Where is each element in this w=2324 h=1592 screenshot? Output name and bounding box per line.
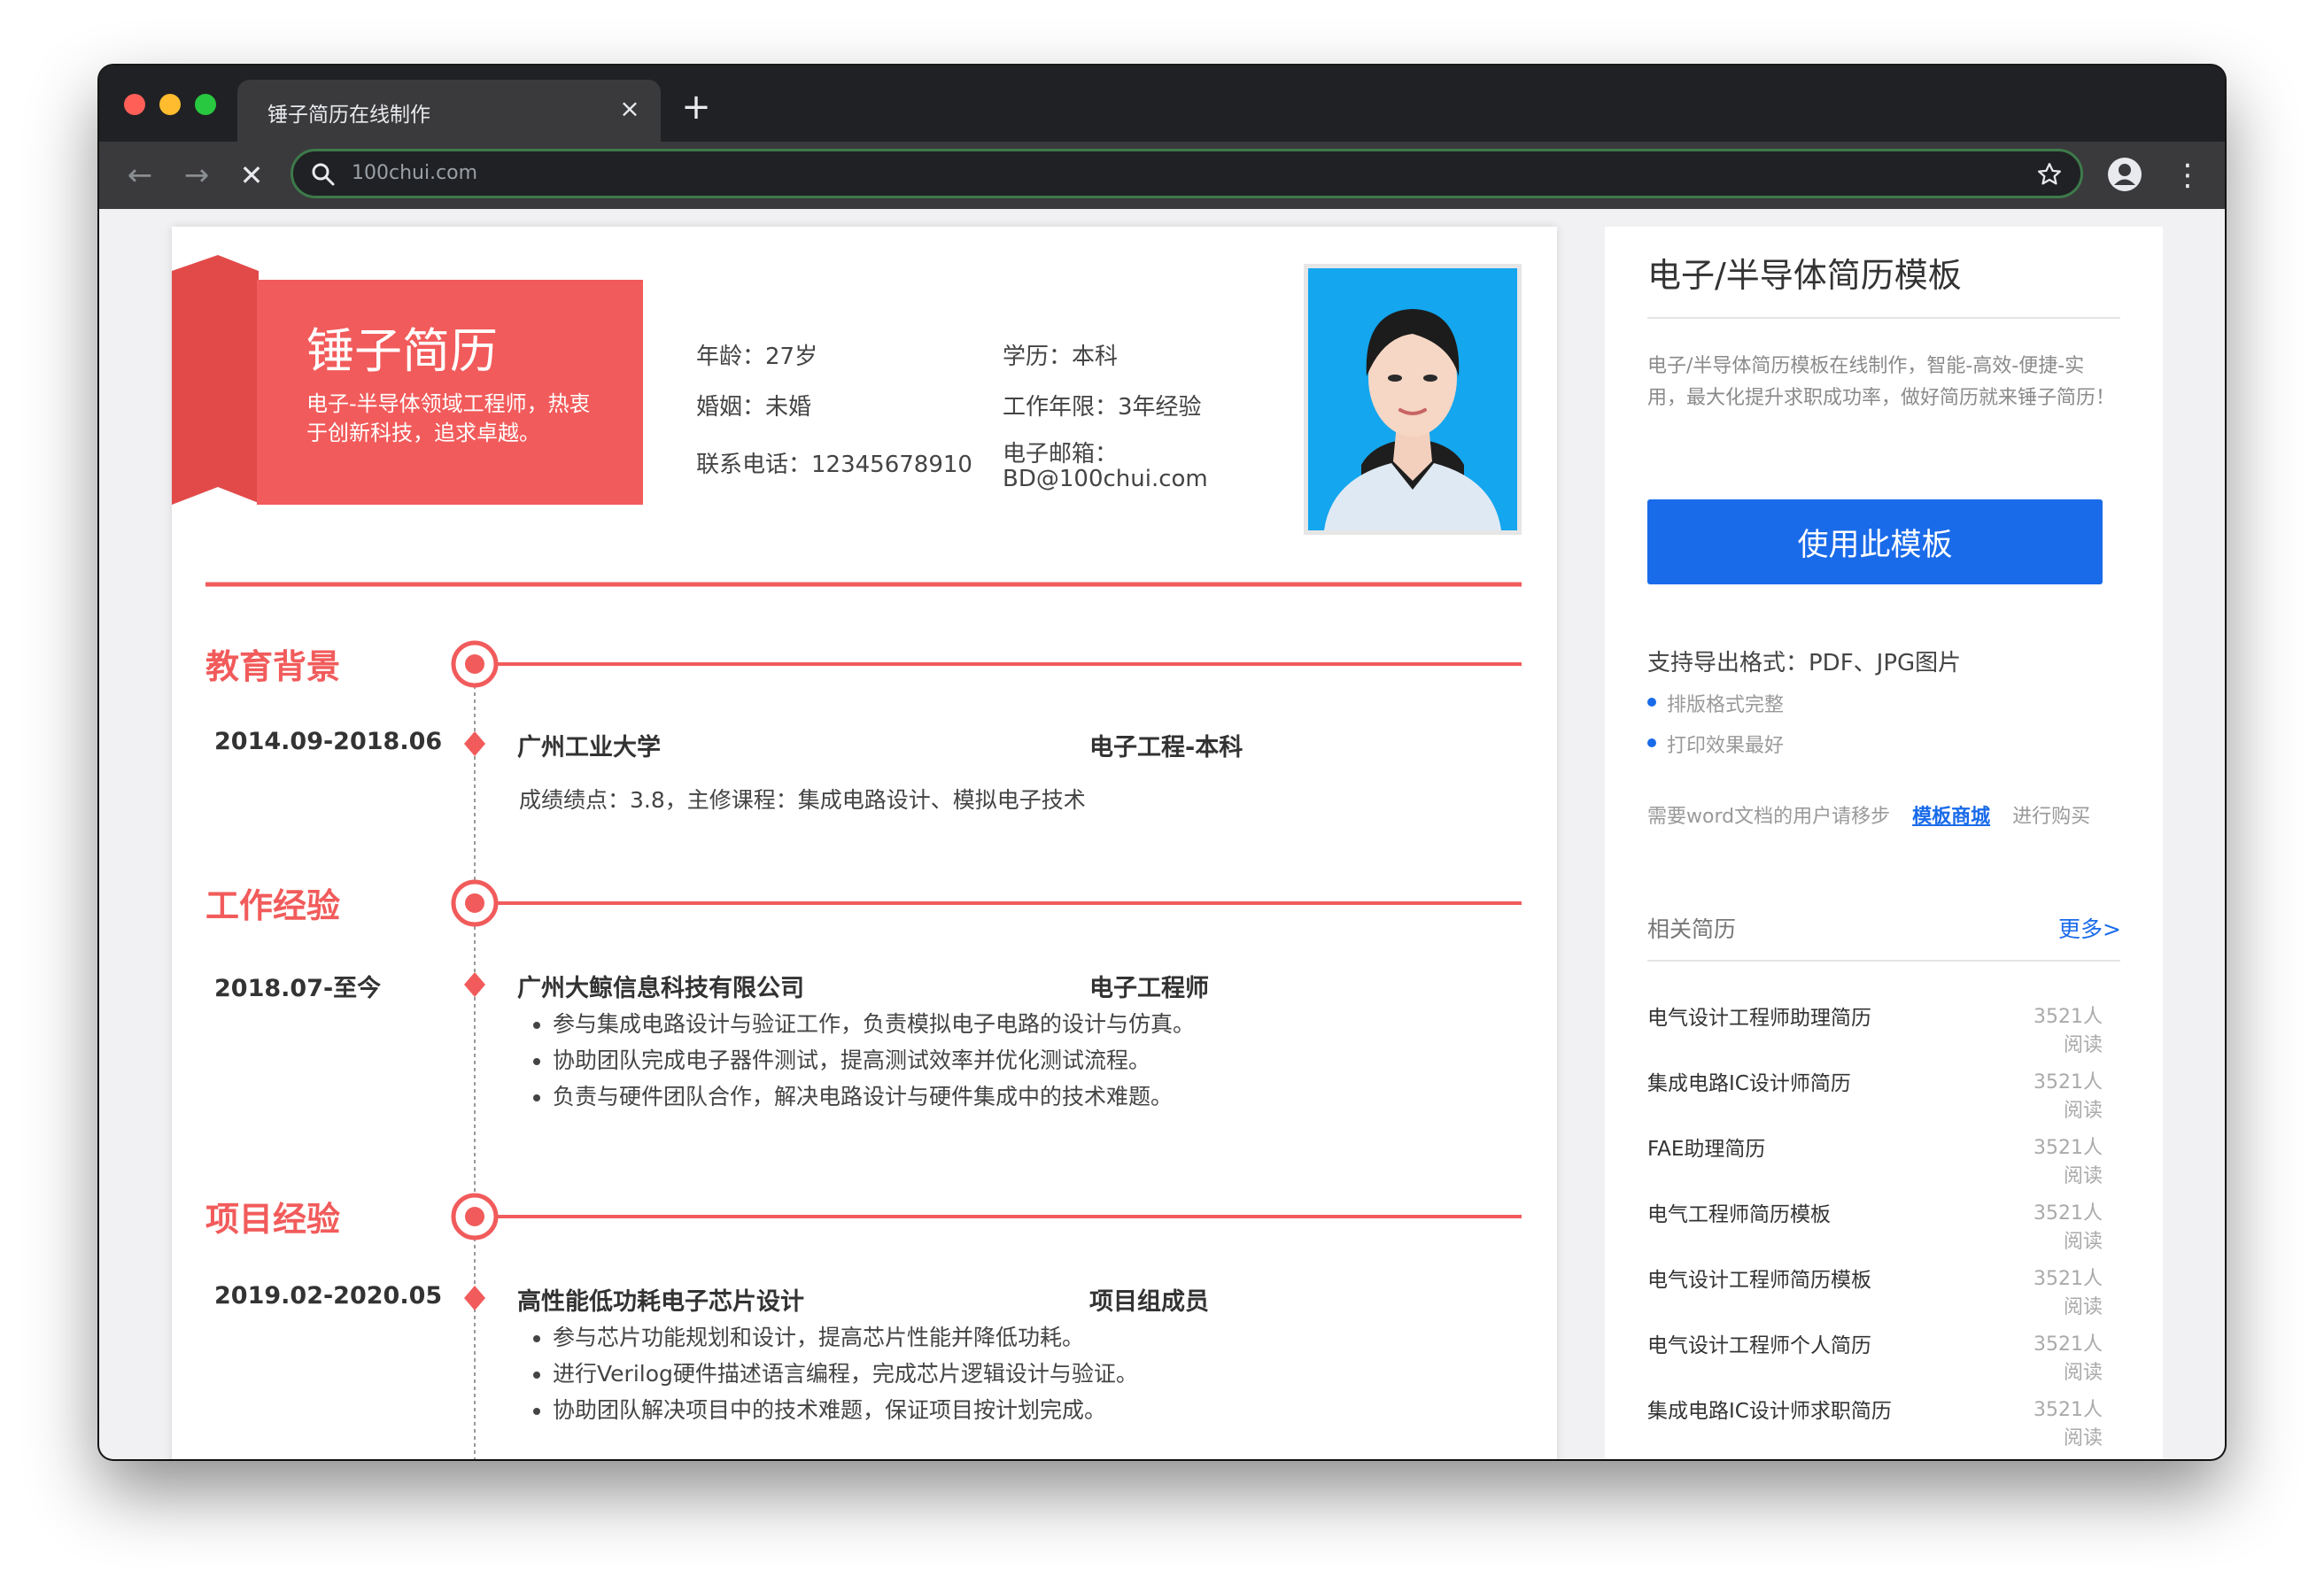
feature-item: 排版格式完整: [1647, 689, 1785, 717]
template-sidebar: 电子/半导体简历模板 电子/半导体简历模板在线制作，智能-高效-便捷-实用，最大…: [1605, 227, 2163, 1459]
work-section-title: 工作经验: [205, 886, 341, 925]
project-date: 2019.02-2020.05: [214, 1282, 443, 1310]
related-resume-link[interactable]: 电气工程师简历模板: [1647, 1197, 1831, 1227]
word-note-prefix: 需要word文档的用户请移步: [1647, 806, 1891, 828]
related-resume-link[interactable]: 集成电路IC设计师简历: [1647, 1066, 1851, 1096]
work-date: 2018.07-至今: [214, 975, 382, 1002]
list-item: 参与集成电路设计与验证工作，负责模拟电子电路的设计与仿真。: [553, 1006, 1195, 1042]
education-detail: 成绩绩点：3.8，主修课程：集成电路设计、模拟电子技术: [519, 787, 1086, 813]
list-item: 参与芯片功能规划和设计，提高芯片性能并降低功耗。: [553, 1319, 1138, 1356]
read-count: 3521人阅读: [2034, 1006, 2103, 1056]
related-divider: [1647, 960, 2120, 962]
browser-tab[interactable]: 锤子简历在线制作 ×: [237, 80, 661, 142]
template-mall-link[interactable]: 模板商城: [1912, 806, 1990, 828]
read-count: 3521人阅读: [2034, 1268, 2103, 1318]
sidebar-divider: [1647, 317, 2120, 319]
related-resume-link[interactable]: 电气设计工程师助理简历: [1647, 1001, 1871, 1031]
feature-label: 排版格式完整: [1667, 694, 1785, 716]
sidebar-title: 电子/半导体简历模板: [1647, 256, 1962, 295]
project-bullets: 参与芯片功能规划和设计，提高芯片性能并降低功耗。 进行Verilog硬件描述语言…: [517, 1319, 1138, 1428]
read-count: 3521人阅读: [2034, 1137, 2103, 1187]
list-item: 协助团队完成电子器件测试，提高测试效率并优化测试流程。: [553, 1042, 1195, 1078]
account-icon[interactable]: [2106, 156, 2143, 193]
resume-timeline: [205, 582, 1522, 1459]
page-viewport: 锤子简历 电子-半导体领域工程师，热衷于创新科技，追求卓越。 年龄：27岁 婚姻…: [99, 209, 2225, 1459]
bullet-dot-icon: [1647, 698, 1656, 707]
browser-toolbar: ← → ✕ 100chui.com ⋮: [99, 142, 2225, 209]
related-resume-link[interactable]: 集成电路IC设计师求职简历: [1647, 1394, 1892, 1424]
education-section-title: 教育背景: [205, 647, 341, 686]
browser-menu-icon[interactable]: ⋮: [2170, 158, 2205, 193]
read-count: 3521人阅读: [2034, 1333, 2103, 1384]
related-resume-link[interactable]: 电气设计工程师个人简历: [1647, 1328, 1871, 1358]
related-resume-link[interactable]: FAE助理简历: [1647, 1132, 1765, 1162]
work-bullets: 参与集成电路设计与验证工作，负责模拟电子电路的设计与仿真。 协助团队完成电子器件…: [517, 1006, 1195, 1115]
sidebar-description: 电子/半导体简历模板在线制作，智能-高效-便捷-实用，最大化提升求职成功率，做好…: [1647, 355, 2116, 409]
related-resumes-title: 相关简历: [1647, 916, 1737, 942]
education-major: 电子工程-本科: [1089, 734, 1243, 761]
read-count: 3521人阅读: [2034, 1399, 2103, 1449]
list-item: 负责与硬件团队合作，解决电路设计与硬件集成中的技术难题。: [553, 1078, 1195, 1115]
work-position: 电子工程师: [1089, 975, 1209, 1002]
list-item: 协助团队解决项目中的技术难题，保证项目按计划完成。: [553, 1392, 1138, 1428]
forward-icon[interactable]: →: [179, 158, 214, 193]
close-window-button[interactable]: [124, 94, 145, 115]
project-section-title: 项目经验: [205, 1200, 341, 1239]
export-formats: 支持导出格式：PDF、JPG图片: [1647, 650, 1962, 676]
browser-window: 锤子简历在线制作 × + ← → ✕ 100chui.com ⋮ 锤子简历 电子…: [99, 66, 2225, 1459]
stop-loading-icon[interactable]: ✕: [234, 158, 269, 193]
list-item: 进行Verilog硬件描述语言编程，完成芯片逻辑设计与验证。: [553, 1356, 1138, 1392]
read-count: 3521人阅读: [2034, 1202, 2103, 1253]
feature-label: 打印效果最好: [1667, 735, 1785, 757]
tab-close-icon[interactable]: ×: [615, 94, 645, 124]
resume-preview: 锤子简历 电子-半导体领域工程师，热衷于创新科技，追求卓越。 年龄：27岁 婚姻…: [172, 227, 1557, 1459]
education-date: 2014.09-2018.06: [214, 728, 443, 755]
bullet-dot-icon: [1647, 738, 1656, 747]
feature-item: 打印效果最好: [1647, 730, 1785, 758]
read-count: 3521人阅读: [2034, 1071, 2103, 1122]
tab-bar: 锤子简历在线制作 × +: [99, 66, 2225, 142]
more-link[interactable]: 更多>: [2058, 912, 2121, 944]
word-note-suffix: 进行购买: [2012, 806, 2091, 828]
education-school: 广州工业大学: [517, 734, 661, 761]
url-text[interactable]: 100chui.com: [352, 162, 477, 184]
work-company: 广州大鲸信息科技有限公司: [517, 975, 804, 1002]
tab-title: 锤子简历在线制作: [267, 104, 430, 127]
new-tab-button[interactable]: +: [678, 89, 714, 126]
maximize-window-button[interactable]: [195, 94, 216, 115]
word-note: 需要word文档的用户请移步 模板商城 进行购买: [1647, 800, 2090, 829]
related-resume-link[interactable]: 电气设计工程师简历模板: [1647, 1263, 1871, 1293]
project-role: 项目组成员: [1089, 1288, 1209, 1316]
minimize-window-button[interactable]: [159, 94, 181, 115]
address-bar[interactable]: 100chui.com: [290, 149, 2083, 198]
back-icon[interactable]: ←: [122, 158, 158, 193]
project-name: 高性能低功耗电子芯片设计: [517, 1288, 804, 1316]
search-icon: [312, 163, 335, 186]
bookmark-star-icon[interactable]: [2036, 161, 2063, 188]
use-template-button[interactable]: 使用此模板: [1647, 499, 2103, 584]
